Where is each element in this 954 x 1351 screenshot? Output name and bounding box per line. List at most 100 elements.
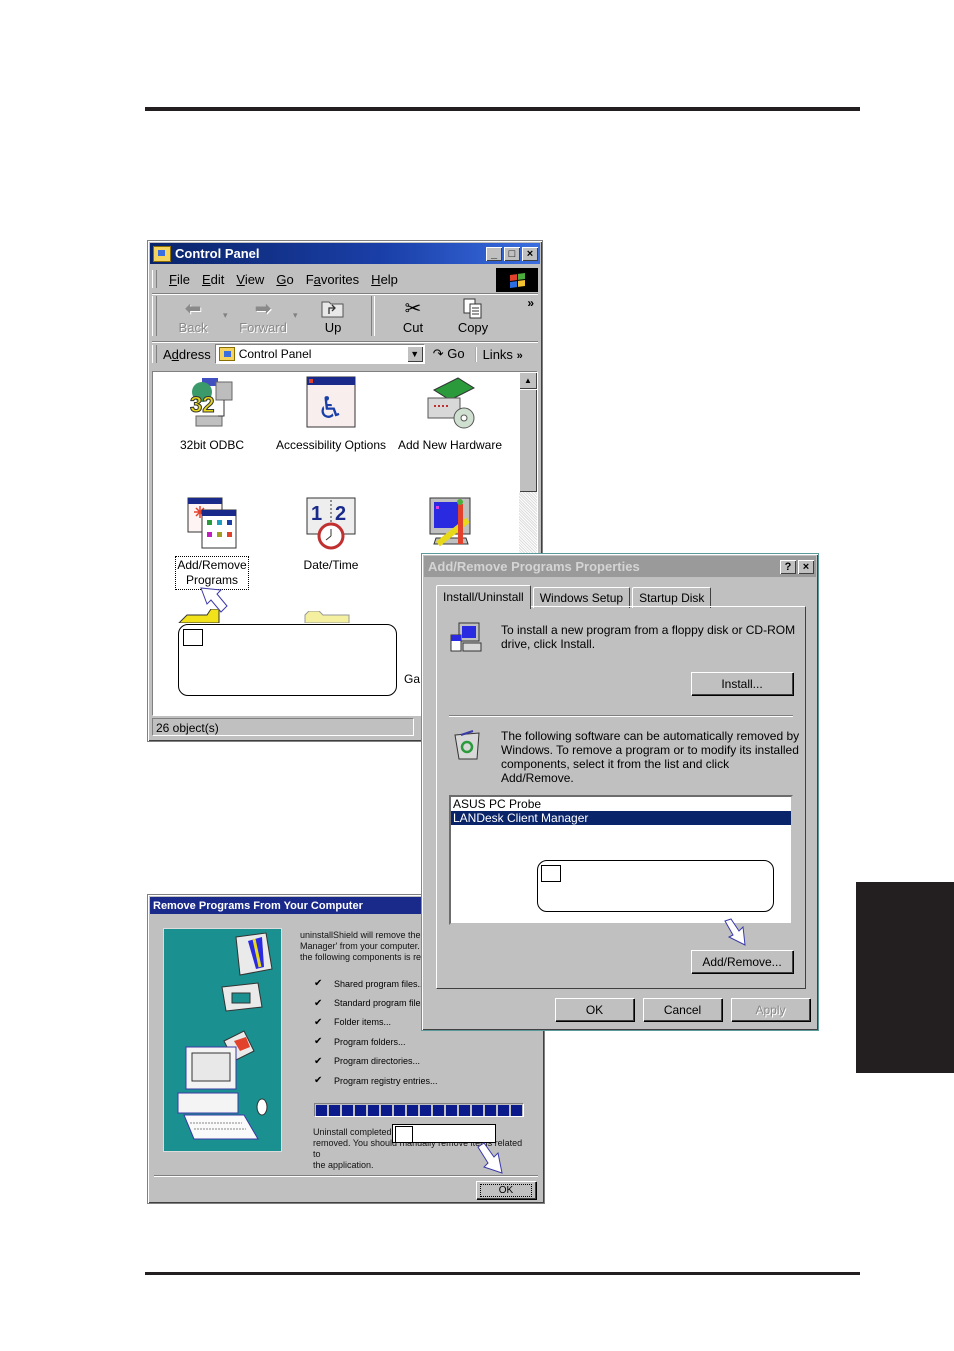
menu-go[interactable]: Go (276, 272, 293, 287)
component-checklist: ✔ Shared program files... ✔ Standard progr… (314, 974, 438, 1090)
dialog-titlebar[interactable]: Add/Remove Programs Properties ? × (424, 556, 816, 577)
icon-label: Add New Hardware (397, 438, 503, 452)
install-computer-icon (449, 621, 483, 655)
progress-block (342, 1105, 353, 1116)
icon-display[interactable] (391, 496, 509, 558)
install-button[interactable]: Install... (691, 672, 793, 695)
links-button[interactable]: Links » (474, 346, 523, 362)
address-value: Control Panel (238, 347, 312, 361)
toolbar-overflow-chevron[interactable]: » (523, 294, 538, 312)
menu-edit[interactable]: Edit (202, 272, 224, 287)
component-item: ✔ Standard program files (314, 993, 438, 1012)
address-input[interactable]: Control Panel ▼ (214, 344, 425, 364)
back-button[interactable]: ⬅ Back (163, 294, 223, 335)
apply-button[interactable]: Apply (731, 998, 810, 1021)
forward-arrow-icon: ➡ (254, 298, 272, 320)
add-remove-programs-icon (186, 496, 238, 550)
up-button[interactable]: Up (303, 294, 363, 335)
icon-label: Date/Time (303, 558, 359, 572)
tab-startup-disk[interactable]: Startup Disk (632, 587, 712, 608)
go-button[interactable]: ↷ Go (433, 346, 465, 362)
menu-grip[interactable] (152, 270, 157, 288)
scroll-thumb[interactable] (519, 389, 537, 492)
program-list-item-selected[interactable]: LANDesk Client Manager (451, 811, 791, 825)
progress-block (355, 1105, 366, 1116)
progress-block (368, 1105, 379, 1116)
accessibility-icon: ♿ (305, 376, 357, 430)
add-remove-button[interactable]: Add/Remove... (691, 950, 793, 973)
icon-add-new-hardware[interactable]: Add New Hardware (391, 376, 509, 453)
recycle-bin-icon (451, 729, 485, 763)
icon-accessibility-options[interactable]: ♿ Accessibility Options (272, 376, 390, 453)
icon-label-line2: Programs (185, 573, 238, 587)
back-dropdown-icon[interactable]: ▾ (223, 294, 233, 321)
uninstall-illustration (163, 928, 282, 1152)
component-label: Folder items... (334, 1017, 392, 1028)
close-button[interactable]: × (522, 246, 538, 261)
cancel-label: Cancel (663, 1002, 702, 1017)
links-label: Links (482, 346, 513, 362)
remove-text-line: components, select it from the list and … (501, 757, 730, 771)
up-folder-icon (321, 298, 345, 320)
icon-32bit-odbc[interactable]: 32 32bit ODBC (153, 376, 271, 453)
menu-favorites[interactable]: Favorites (306, 272, 359, 287)
copy-label: Copy (457, 320, 489, 335)
checkmark-icon: ✔ (314, 997, 323, 1009)
copy-icon (462, 298, 484, 320)
control-panel-titlebar[interactable]: Control Panel _ □ × (150, 243, 540, 264)
cancel-button[interactable]: Cancel (643, 998, 722, 1021)
tab-windows-setup[interactable]: Windows Setup (532, 587, 631, 608)
forward-label: Forward (239, 320, 287, 335)
minimize-button[interactable]: _ (486, 246, 502, 261)
menu-go-accel: G (276, 271, 287, 287)
ok-label: OK (585, 1002, 604, 1017)
address-label-accel: d (171, 346, 179, 362)
date-time-icon: 12 (305, 496, 357, 550)
control-panel-icon (153, 245, 171, 262)
checkmark-icon: ✔ (314, 1075, 323, 1087)
icon-date-time[interactable]: 12 Date/Time (272, 496, 390, 573)
address-dropdown-button[interactable]: ▼ (406, 346, 423, 362)
tab-strip: Install/Uninstall Windows Setup Startup … (436, 585, 713, 609)
go-label: Go (447, 346, 465, 361)
remove-instructions: The following software can be automatica… (501, 729, 799, 785)
installed-programs-list[interactable]: ASUS PC Probe LANDesk Client Manager (449, 795, 793, 925)
pointer-arrow-icon (477, 1142, 503, 1174)
go-arrow-icon: ↷ (432, 346, 444, 361)
progress-block (472, 1105, 483, 1116)
progress-block (485, 1105, 496, 1116)
cut-label: Cut (402, 320, 424, 335)
component-item: ✔ Program registry entries... (314, 1071, 438, 1090)
icon-label: Add/Remove Programs (175, 556, 249, 590)
copy-button[interactable]: Copy (443, 294, 503, 335)
checkmark-icon: ✔ (314, 1016, 323, 1028)
scissors-icon: ✂ (404, 298, 422, 320)
ok-button[interactable]: OK (476, 1181, 536, 1199)
checkmark-icon: ✔ (314, 1055, 323, 1067)
menu-help[interactable]: Help (371, 272, 398, 287)
forward-dropdown-icon[interactable]: ▾ (293, 294, 303, 321)
remove-text-line: Windows. To remove a program or to modif… (501, 743, 799, 757)
address-grip[interactable] (152, 345, 157, 363)
menu-favorites-rest: vorites (320, 271, 360, 287)
icon-add-remove-programs[interactable]: Add/Remove Programs (153, 496, 271, 590)
standard-toolbar: ⬅ Back ▾ ➡ Forward ▾ Up ✂ Cut Copy » (152, 293, 538, 340)
status-object-count: 26 object(s) (152, 718, 414, 736)
scroll-up-button[interactable]: ▲ (519, 372, 537, 389)
ok-button[interactable]: OK (555, 998, 634, 1021)
progress-block (329, 1105, 340, 1116)
forward-button[interactable]: ➡ Forward (233, 294, 293, 335)
maximize-button[interactable]: □ (504, 246, 520, 261)
folder-icon (303, 610, 359, 624)
back-label: Back (178, 320, 208, 335)
menu-view[interactable]: View (236, 272, 264, 287)
cut-button[interactable]: ✂ Cut (383, 294, 443, 335)
tab-install-uninstall[interactable]: Install/Uninstall (436, 585, 531, 609)
address-label: Address (163, 347, 211, 362)
apply-label: Apply (755, 1002, 786, 1017)
toolbar-grip[interactable] (152, 296, 157, 336)
menu-file[interactable]: File (169, 272, 190, 287)
program-list-item[interactable]: ASUS PC Probe (451, 797, 791, 811)
help-button[interactable]: ? (780, 559, 796, 574)
close-button[interactable]: × (798, 559, 814, 574)
